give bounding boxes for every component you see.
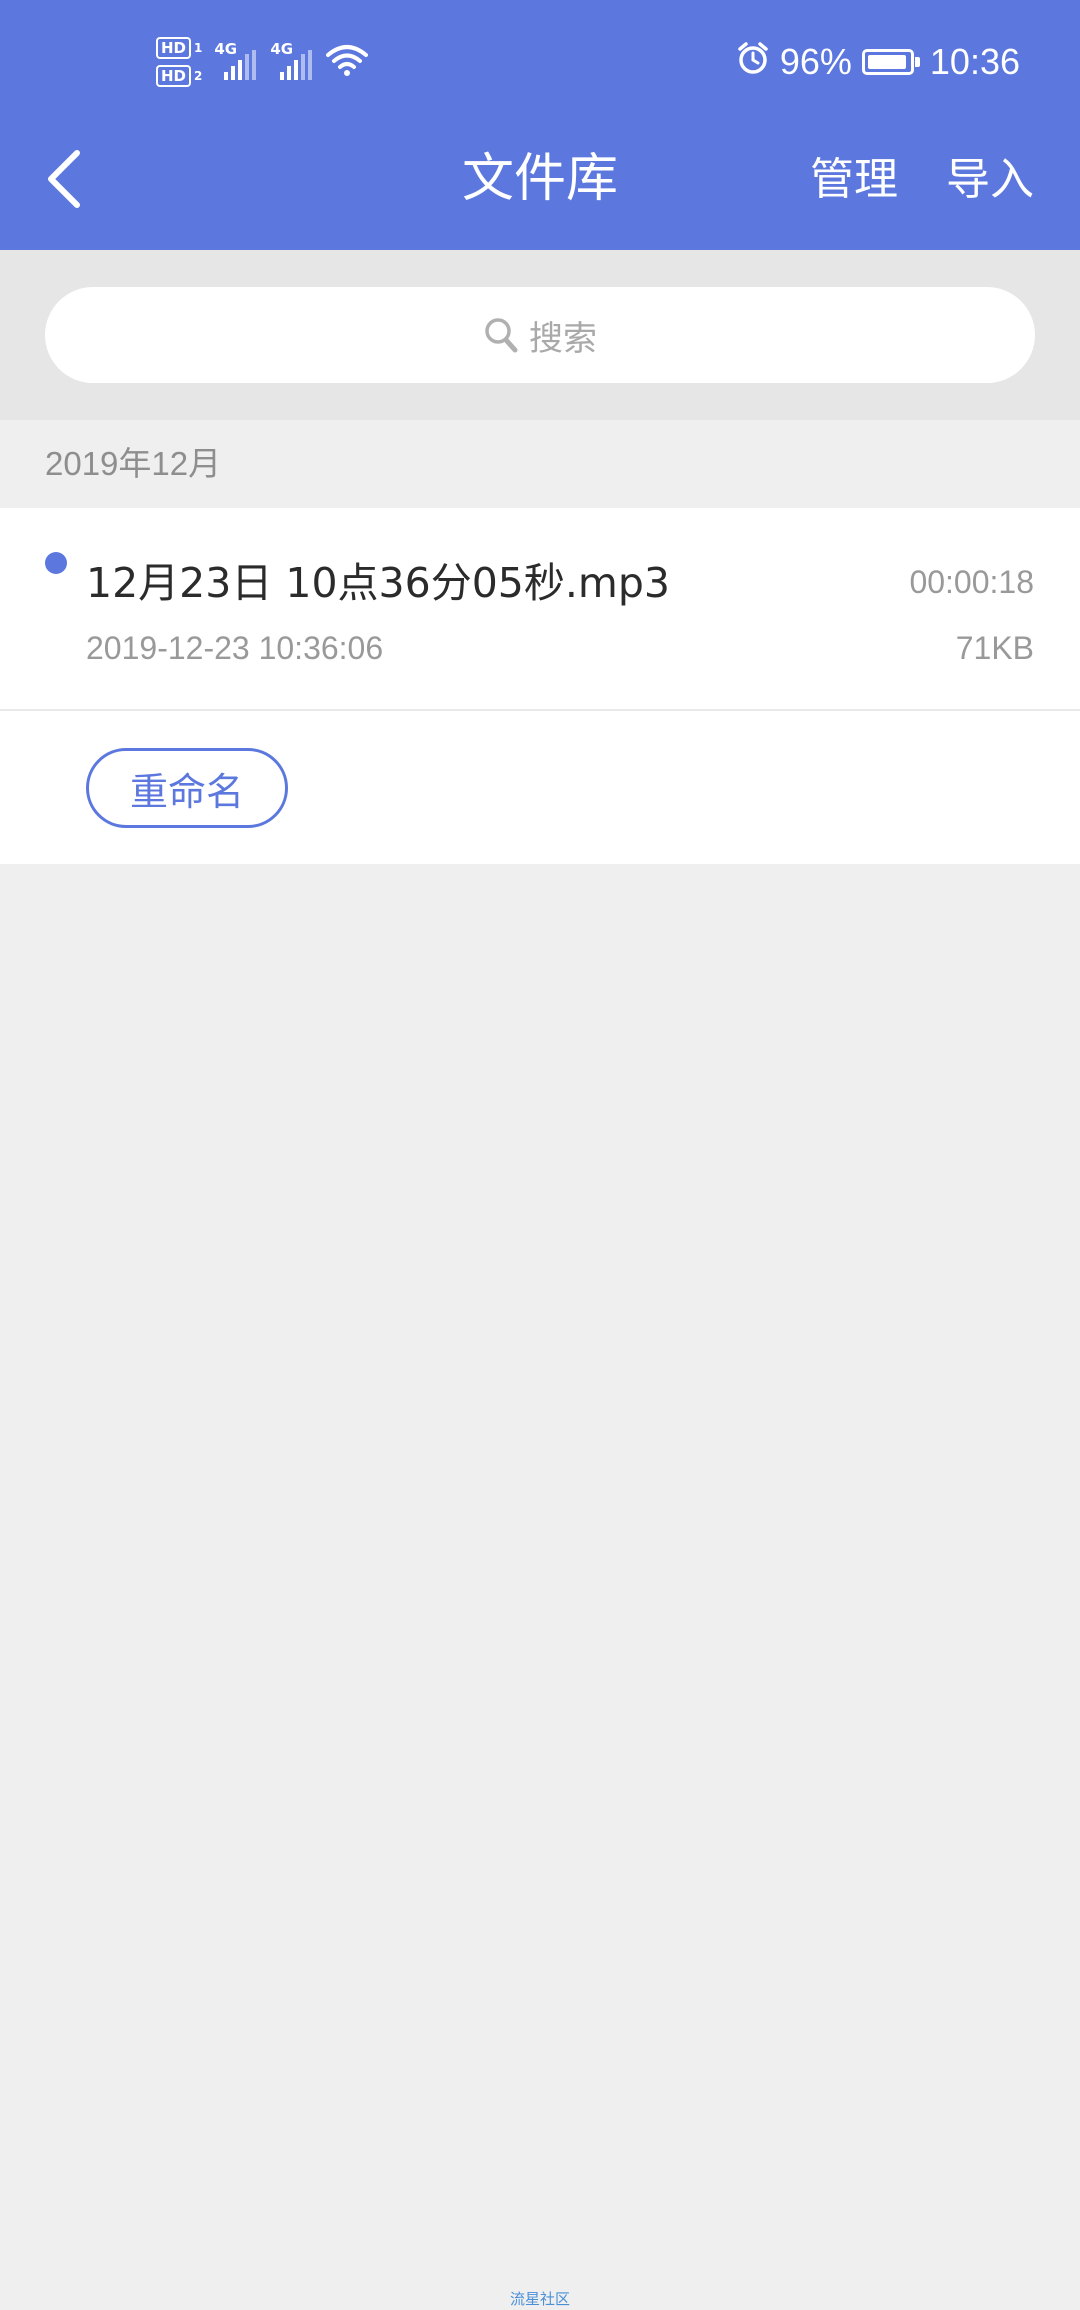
hd-badges: HD 1 HD 2 xyxy=(156,37,202,87)
file-datetime: 2019-12-23 10:36:06 xyxy=(86,630,384,666)
page-title: 文件库 xyxy=(461,149,618,209)
file-list-item[interactable]: 12月23日 10点36分05秒.mp3 00:00:18 2019-12-23… xyxy=(0,508,1080,711)
status-bar: HD 1 HD 2 4G 4G 96% 10:36 xyxy=(0,0,1080,124)
status-bar-left: HD 1 HD 2 4G 4G xyxy=(156,30,369,94)
battery-percent: 96% xyxy=(779,41,852,82)
file-size: 71KB xyxy=(955,630,1034,666)
file-actions-row: 重命名 xyxy=(0,711,1080,864)
search-placeholder: 搜索 xyxy=(529,318,597,359)
month-section-header: 2019年12月 xyxy=(0,420,1080,508)
screen: HD 1 HD 2 4G 4G 96% 10:36 文件库 管理 导入 搜索 2… xyxy=(0,0,1080,2310)
new-indicator-dot xyxy=(45,552,67,574)
import-button[interactable]: 导入 xyxy=(946,148,1034,212)
alarm-icon xyxy=(736,41,770,84)
signal-icon: 4G xyxy=(270,40,314,84)
file-name: 12月23日 10点36分05秒.mp3 xyxy=(86,559,670,607)
clock: 10:36 xyxy=(929,41,1020,82)
hd-label: HD xyxy=(156,37,192,59)
sim-index: 2 xyxy=(194,69,203,83)
search-icon xyxy=(485,318,518,353)
status-bar-right: 96% 10:36 xyxy=(736,30,1020,94)
app-header: 文件库 管理 导入 xyxy=(0,124,1080,250)
month-section-title: 2019年12月 xyxy=(45,445,222,482)
rename-button[interactable]: 重命名 xyxy=(86,748,288,828)
battery-fill xyxy=(867,55,906,69)
hd-badge-sim1: HD 1 xyxy=(156,37,202,59)
manage-button[interactable]: 管理 xyxy=(810,148,898,212)
hd-label: HD xyxy=(156,65,192,87)
file-duration: 00:00:18 xyxy=(909,564,1034,600)
sim-index: 1 xyxy=(194,41,203,55)
battery-icon xyxy=(861,49,920,75)
watermark: 流星社区 xyxy=(509,2290,570,2308)
search-input[interactable]: 搜索 xyxy=(45,287,1035,383)
hd-badge-sim2: HD 2 xyxy=(156,65,202,87)
signal-icon: 4G xyxy=(214,40,258,84)
wifi-icon xyxy=(326,43,369,81)
search-area: 搜索 xyxy=(0,250,1080,420)
